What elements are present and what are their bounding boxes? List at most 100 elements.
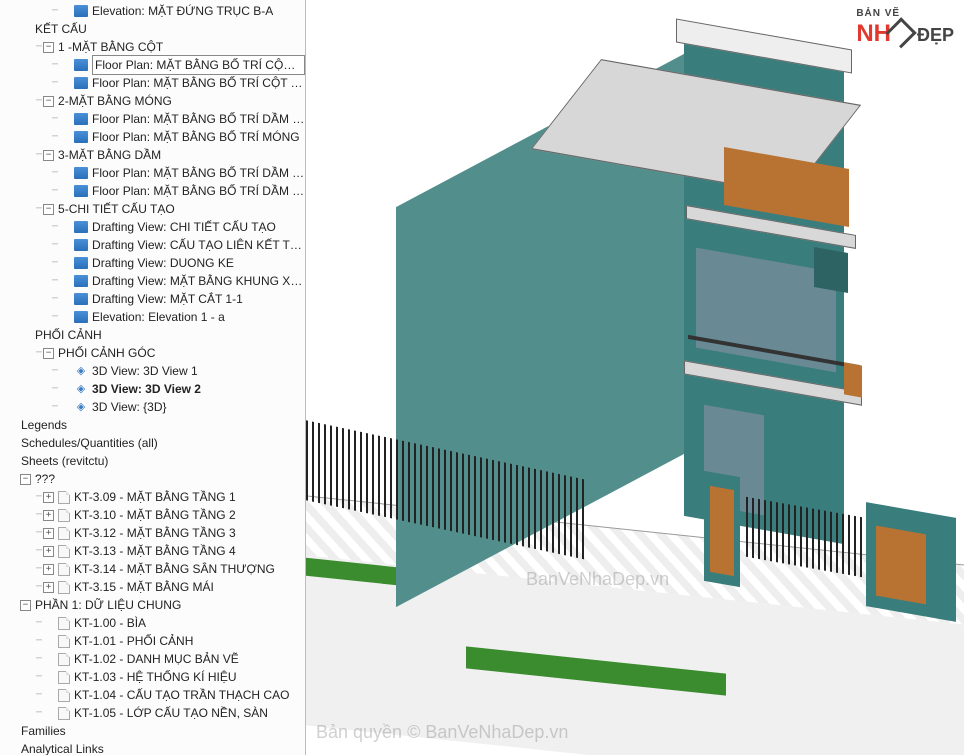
tree-item[interactable]: ⋯+KT-3.09 - MẶT BẰNG TẦNG 1 <box>4 488 305 506</box>
view-icon <box>74 293 88 305</box>
tree-item[interactable]: −??? <box>4 470 305 488</box>
tree-item[interactable]: Legends <box>4 416 305 434</box>
collapse-icon[interactable]: − <box>43 96 54 107</box>
tree-item[interactable]: ⋯3D View: {3D} <box>4 398 305 416</box>
3d-viewport[interactable]: BẢN VẼ NHĐẸP BanVeNhaDep.vn Bản quyền © … <box>306 0 964 755</box>
tree-item[interactable]: ⋯+KT-3.12 - MẶT BẰNG TẦNG 3 <box>4 524 305 542</box>
tree-item-label: KT-1.04 - CẤU TẠO TRẦN THẠCH CAO <box>74 686 289 704</box>
expand-icon[interactable]: + <box>43 528 54 539</box>
tree-item[interactable]: PHỐI CẢNH <box>4 326 305 344</box>
collapse-icon[interactable]: − <box>43 150 54 161</box>
sheet-icon <box>58 707 70 720</box>
logo-watermark: BẢN VẼ NHĐẸP <box>856 8 954 48</box>
tree-item-label: KT-3.15 - MẶT BẰNG MÁI <box>74 578 214 596</box>
tree-item[interactable]: ⋯Drafting View: MẶT BẰNG KHUNG XƯƠNG <box>4 272 305 290</box>
expand-icon[interactable]: + <box>43 564 54 575</box>
tree-item-label: 2-MẶT BẰNG MÓNG <box>58 92 172 110</box>
tree-item[interactable]: ⋯Floor Plan: MẶT BẰNG BỐ TRÍ DẦM TẦNG 1 <box>4 164 305 182</box>
tree-item[interactable]: Sheets (revitctu) <box>4 452 305 470</box>
tree-item[interactable]: ⋯−1 -MẶT BẰNG CỘT <box>4 38 305 56</box>
tree-item[interactable]: ⋯3D View: 3D View 2 <box>4 380 305 398</box>
tree-item-label: KẾT CẤU <box>35 20 87 38</box>
tree-item[interactable]: ⋯KT-1.00 - BÌA <box>4 614 305 632</box>
tree-item[interactable]: ⋯Drafting View: CẤU TẠO LIÊN KẾT TRẦN <box>4 236 305 254</box>
tree-item[interactable]: ⋯+KT-3.14 - MẶT BẰNG SÂN THƯỢNG <box>4 560 305 578</box>
tree-item[interactable]: ⋯−3-MẶT BẰNG DẦM <box>4 146 305 164</box>
tree-item-label: Families <box>21 722 66 740</box>
sheet-icon <box>58 689 70 702</box>
tree-item[interactable]: ⋯KT-1.05 - LỚP CẤU TẠO NỀN, SÀN <box>4 704 305 722</box>
tree-item[interactable]: ⋯+KT-3.13 - MẶT BẰNG TẦNG 4 <box>4 542 305 560</box>
collapse-icon[interactable]: − <box>20 600 31 611</box>
tree-item[interactable]: ⋯3D View: 3D View 1 <box>4 362 305 380</box>
tree-item-label: KT-1.05 - LỚP CẤU TẠO NỀN, SÀN <box>74 704 268 722</box>
sheet-icon <box>58 509 70 522</box>
tree-item[interactable]: ⋯−2-MẶT BẰNG MÓNG <box>4 92 305 110</box>
view-icon <box>74 185 88 197</box>
tree-item-label: Legends <box>21 416 67 434</box>
tree-item[interactable]: ⋯Drafting View: DUONG KE <box>4 254 305 272</box>
tree-item[interactable]: ⋯KT-1.02 - DANH MỤC BẢN VẼ <box>4 650 305 668</box>
tree-item-label: KT-3.10 - MẶT BẰNG TẦNG 2 <box>74 506 236 524</box>
collapse-icon[interactable]: − <box>43 348 54 359</box>
tree-item[interactable]: Families <box>4 722 305 740</box>
tree-item-label: KT-1.00 - BÌA <box>74 614 146 632</box>
tree-item[interactable]: ⋯Drafting View: MẶT CẮT 1-1 <box>4 290 305 308</box>
tree-item-label: 3-MẶT BẰNG DẦM <box>58 146 161 164</box>
view-icon <box>74 131 88 143</box>
tree-item-label: KT-1.03 - HỆ THỐNG KÍ HIỆU <box>74 668 236 686</box>
collapse-icon[interactable]: − <box>43 42 54 53</box>
tree-item[interactable]: ⋯Floor Plan: MẶT BẰNG BỐ TRÍ DẦM TẦNG 2 <box>4 182 305 200</box>
expand-icon[interactable]: + <box>43 492 54 503</box>
sheet-icon <box>58 635 70 648</box>
tree-item-label: Schedules/Quantities (all) <box>21 434 158 452</box>
tree-item-label: Elevation: Elevation 1 - a <box>92 308 225 326</box>
tree-root: ⋯Elevation: MẶT ĐỨNG TRỤC B-AKẾT CẤU⋯−1 … <box>4 2 305 755</box>
tree-item[interactable]: ⋯KT-1.03 - HỆ THỐNG KÍ HIỆU <box>4 668 305 686</box>
view-icon <box>74 221 88 233</box>
tree-item[interactable]: ⋯−PHỐI CẢNH GÓC <box>4 344 305 362</box>
tree-item[interactable]: ⋯−5-CHI TIẾT CẤU TẠO <box>4 200 305 218</box>
tree-item[interactable]: ⋯Drafting View: CHI TIẾT CẤU TẠO <box>4 218 305 236</box>
view-icon <box>74 167 88 179</box>
sheet-icon <box>58 671 70 684</box>
tree-item[interactable]: Analytical Links <box>4 740 305 755</box>
expand-icon[interactable]: + <box>43 582 54 593</box>
tree-item-label: Drafting View: CHI TIẾT CẤU TẠO <box>92 218 276 236</box>
tree-item-label: KT-1.02 - DANH MỤC BẢN VẼ <box>74 650 239 668</box>
tree-item[interactable]: ⋯Floor Plan: MẶT BẰNG BỐ TRÍ MÓNG <box>4 128 305 146</box>
tree-item[interactable]: ⋯KT-1.04 - CẤU TẠO TRẦN THẠCH CAO <box>4 686 305 704</box>
tree-item-label: Elevation: MẶT ĐỨNG TRỤC B-A <box>92 2 273 20</box>
expand-icon[interactable]: + <box>43 510 54 521</box>
cube-icon <box>74 365 88 377</box>
tree-item[interactable]: ⋯+KT-3.15 - MẶT BẰNG MÁI <box>4 578 305 596</box>
tree-item[interactable]: ⋯Elevation: Elevation 1 - a <box>4 308 305 326</box>
tree-item-label: PHỐI CẢNH <box>35 326 102 344</box>
tree-item[interactable]: −PHẦN 1: DỮ LIỆU CHUNG <box>4 596 305 614</box>
tree-item[interactable]: ⋯Floor Plan: MẶT BẰNG BỐ TRÍ CỘT TẦNG 1 <box>4 56 305 74</box>
tree-item-label: KT-3.12 - MẶT BẰNG TẦNG 3 <box>74 524 236 542</box>
tree-item-label: 3D View: 3D View 1 <box>92 362 198 380</box>
3d-render <box>306 0 964 755</box>
tree-item-label: 1 -MẶT BẰNG CỘT <box>58 38 163 56</box>
tree-item-label: KT-3.14 - MẶT BẰNG SÂN THƯỢNG <box>74 560 275 578</box>
tree-item[interactable]: Schedules/Quantities (all) <box>4 434 305 452</box>
view-icon <box>74 113 88 125</box>
collapse-icon[interactable]: − <box>20 474 31 485</box>
sheet-icon <box>58 581 70 594</box>
tree-item[interactable]: ⋯Elevation: MẶT ĐỨNG TRỤC B-A <box>4 2 305 20</box>
tree-item[interactable]: ⋯+KT-3.10 - MẶT BẰNG TẦNG 2 <box>4 506 305 524</box>
tree-item-label: Floor Plan: MẶT BẰNG BỐ TRÍ CỘT TẦNG 1 <box>92 55 305 75</box>
tree-item[interactable]: ⋯Floor Plan: MẶT BẰNG BỐ TRÍ CỘT TẦNG 2 <box>4 74 305 92</box>
expand-icon[interactable]: + <box>43 546 54 557</box>
tree-item[interactable]: ⋯Floor Plan: MẶT BẰNG BỐ TRÍ DẦM MÓNG <box>4 110 305 128</box>
project-browser[interactable]: ⋯Elevation: MẶT ĐỨNG TRỤC B-AKẾT CẤU⋯−1 … <box>0 0 306 755</box>
tree-item-label: KT-3.09 - MẶT BẰNG TẦNG 1 <box>74 488 236 506</box>
sheet-icon <box>58 653 70 666</box>
tree-item[interactable]: ⋯KT-1.01 - PHỐI CẢNH <box>4 632 305 650</box>
cube-icon <box>74 383 88 395</box>
tree-item[interactable]: KẾT CẤU <box>4 20 305 38</box>
tree-item-label: Sheets (revitctu) <box>21 452 108 470</box>
view-icon <box>74 59 88 71</box>
collapse-icon[interactable]: − <box>43 204 54 215</box>
